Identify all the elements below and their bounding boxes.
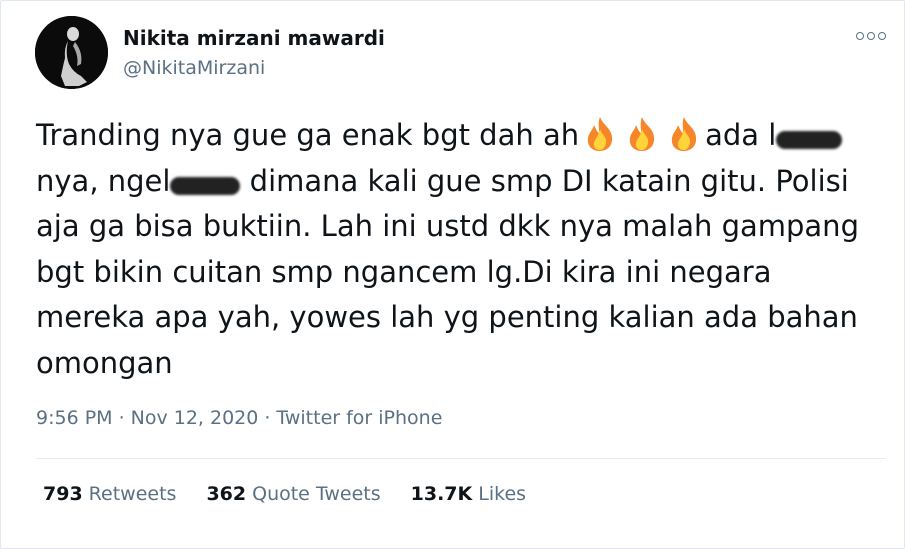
avatar[interactable] xyxy=(35,16,108,89)
censored-word xyxy=(776,131,843,149)
tweet-line-3: aja ga bisa buktiin. Lah ini ustd dkk ny… xyxy=(36,209,859,243)
tweet-date[interactable]: Nov 12, 2020 xyxy=(131,407,259,429)
quote-tweets-stat[interactable]: 362 Quote Tweets xyxy=(206,483,380,505)
profile-photo-icon xyxy=(35,16,108,89)
tweet-line-1: Tranding nya gue ga enak bgt dah ah ada l xyxy=(36,113,886,159)
tweet-line-2: nya, ngel dimana kali gue smp DI katain … xyxy=(36,163,849,198)
censored-word xyxy=(170,176,241,195)
tweet-meta: 9:56 PM · Nov 12, 2020 · Twitter for iPhone xyxy=(36,407,443,429)
divider xyxy=(36,458,886,459)
tweet-line-4: bgt bikin cuitan smp ngancem lg.Di kira … xyxy=(36,254,772,289)
fire-emoji-icon xyxy=(587,117,613,151)
likes-stat[interactable]: 13.7K Likes xyxy=(411,483,526,505)
retweets-stat[interactable]: 793 Retweets xyxy=(43,483,176,505)
tweet-card: Nikita mirzani mawardi @NikitaMirzani Tr… xyxy=(0,0,905,549)
tweet-line-6: omongan xyxy=(36,345,173,380)
user-handle[interactable]: @NikitaMirzani xyxy=(123,57,265,79)
tweet-line-5: mereka apa yah, yowes lah yg penting kal… xyxy=(36,300,858,334)
more-options-icon[interactable] xyxy=(856,27,886,45)
fire-emoji-icon xyxy=(629,117,655,151)
tweet-stats: 793 Retweets 362 Quote Tweets 13.7K Likes xyxy=(43,483,556,505)
tweet-time[interactable]: 9:56 PM xyxy=(36,407,113,429)
display-name[interactable]: Nikita mirzani mawardi xyxy=(123,26,385,50)
tweet-source[interactable]: Twitter for iPhone xyxy=(276,407,442,429)
fire-emoji-icon xyxy=(671,117,697,151)
tweet-text: Tranding nya gue ga enak bgt dah ah ada l… xyxy=(36,113,886,386)
